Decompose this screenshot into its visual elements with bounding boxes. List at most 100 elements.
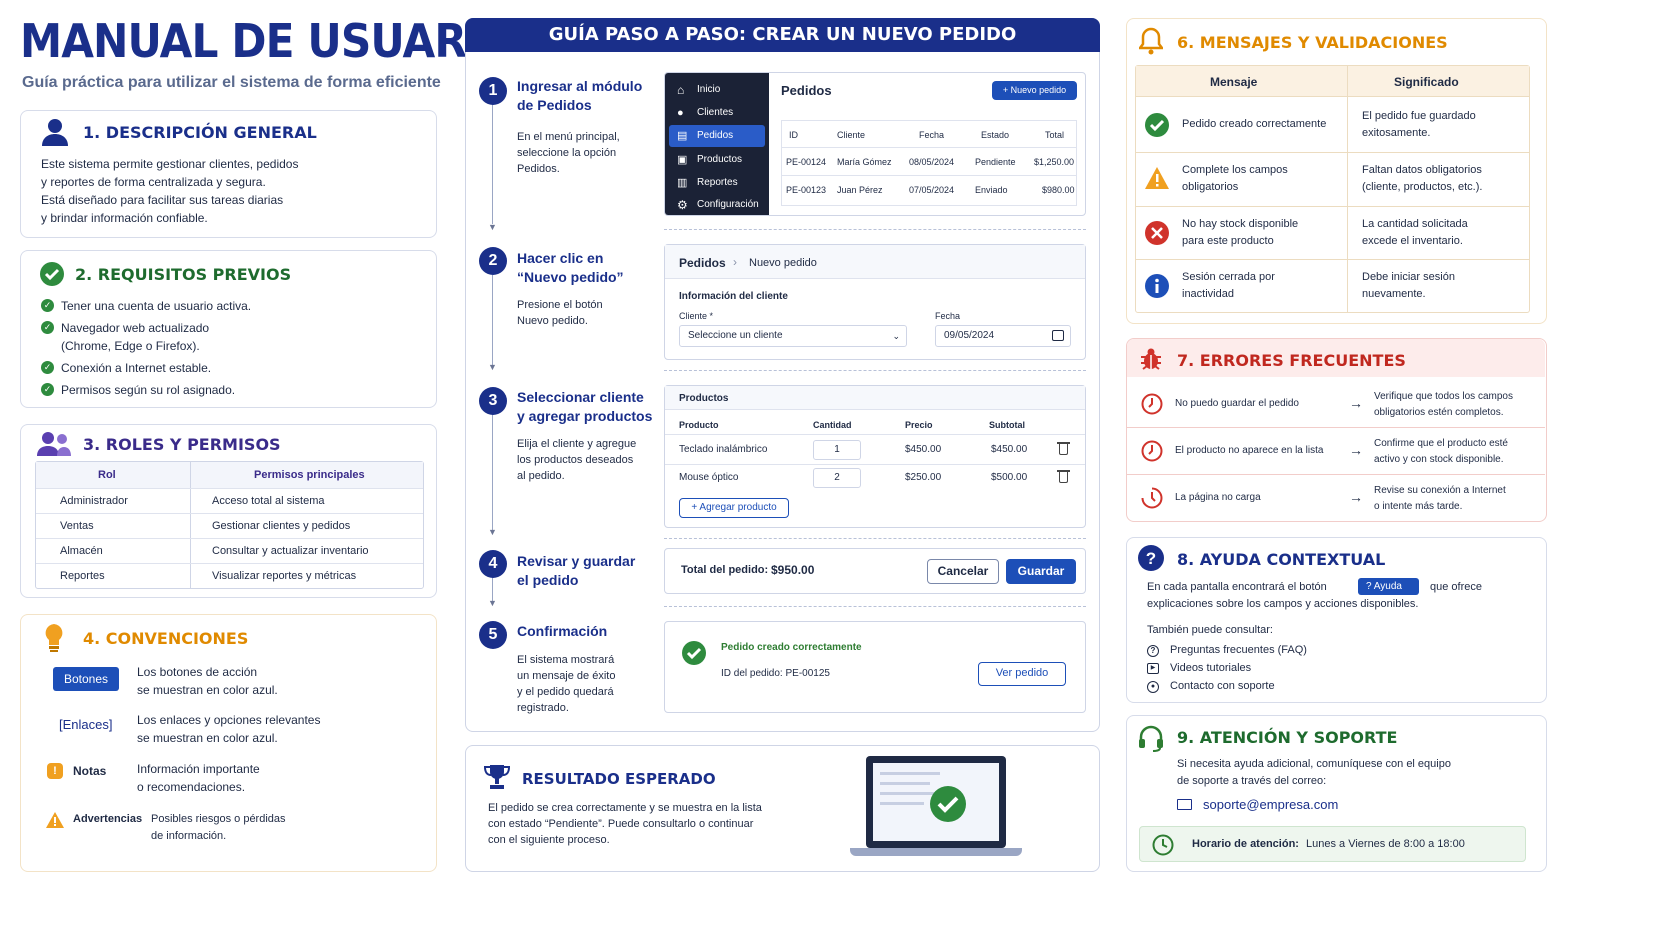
- products-header: Cantidad: [813, 420, 852, 430]
- section-description-title: 1. DESCRIPCIÓN GENERAL: [83, 123, 317, 142]
- requirement-item: Navegador web actualizado: [61, 321, 210, 335]
- save-button[interactable]: Guardar: [1006, 559, 1076, 584]
- warning-icon: [1145, 167, 1169, 189]
- support-email-link[interactable]: soporte@empresa.com: [1203, 797, 1338, 812]
- add-product-button[interactable]: + Agregar producto: [679, 498, 789, 518]
- support-hours-label: Horario de atención:: [1192, 838, 1299, 850]
- cancel-button[interactable]: Cancelar: [927, 559, 999, 584]
- warning-icon: [46, 812, 64, 828]
- messages-header: Significado: [1394, 75, 1459, 89]
- help-link-videos[interactable]: Videos tutoriales: [1170, 662, 1251, 674]
- sidebar-item-configuracion[interactable]: ⚙ Configuración: [665, 194, 769, 215]
- trophy-icon: [483, 765, 511, 789]
- product-subtotal: $500.00: [991, 472, 1028, 483]
- message-text: inactividad: [1182, 288, 1234, 300]
- error-icon: [1145, 221, 1169, 245]
- step-1-desc: En el menú principal, seleccione la opció…: [517, 131, 620, 175]
- requirement-item: Conexión a Internet estable.: [61, 361, 212, 375]
- step-1-number: 1: [479, 77, 507, 105]
- mail-icon: [1177, 799, 1192, 810]
- message-meaning: El pedido fue guardado: [1362, 110, 1476, 122]
- convention-notes-label: Notas: [73, 764, 107, 778]
- messages-header: Mensaje: [1210, 75, 1258, 89]
- date-input[interactable]: 09/05/2024: [935, 325, 1071, 347]
- product-name: Mouse óptico: [679, 472, 739, 483]
- roles-header-role: Rol: [98, 469, 116, 481]
- client-info-heading: Información del cliente: [679, 291, 788, 302]
- client-select[interactable]: Seleccione un cliente ⌄: [679, 325, 907, 347]
- products-header: Producto: [679, 420, 719, 430]
- convention-desc: o recomendaciones.: [137, 780, 246, 794]
- products-header: Subtotal: [989, 420, 1025, 430]
- arrow-right-icon: →: [1349, 489, 1363, 505]
- client-label: Cliente *: [679, 311, 714, 321]
- requirement-item-cont: (Chrome, Edge o Firefox).: [61, 339, 200, 353]
- quantity-input[interactable]: 2: [813, 468, 861, 488]
- guide-title: GUÍA PASO A PASO: CREAR UN NUEVO PEDIDO: [465, 18, 1100, 52]
- convention-desc: se muestran en color azul.: [137, 683, 278, 697]
- sidebar-item-reportes[interactable]: ▥ Reportes: [665, 172, 769, 194]
- message-meaning: excede el inventario.: [1362, 235, 1463, 247]
- convention-desc: Los enlaces y opciones relevantes: [137, 713, 321, 727]
- breadcrumb-root[interactable]: Pedidos: [679, 256, 726, 270]
- breadcrumb-leaf: Nuevo pedido: [749, 257, 817, 269]
- arrow-right-icon: →: [1349, 442, 1363, 458]
- check-icon: ✓: [41, 383, 54, 396]
- bell-icon: [1139, 27, 1163, 55]
- step-3-number: 3: [479, 387, 507, 415]
- role-perms: Visualizar reportes y métricas: [212, 570, 357, 582]
- report-icon: ▥: [677, 177, 688, 189]
- clock-alert-icon: [1141, 393, 1163, 415]
- home-icon: ⌂: [677, 83, 685, 97]
- convention-desc: Posibles riesgos o pérdidas: [151, 813, 286, 825]
- check-icon: ✓: [41, 321, 54, 334]
- check-circle-icon: [930, 786, 966, 822]
- total-label: Total del pedido:: [681, 564, 769, 576]
- trash-icon[interactable]: [1059, 444, 1068, 455]
- help-button[interactable]: ? Ayuda: [1358, 578, 1419, 595]
- mock-success-message: Pedido creado correctamente ID del pedid…: [664, 621, 1086, 713]
- section-roles: 3. ROLES Y PERMISOS Rol Permisos princip…: [20, 424, 437, 598]
- check-circle-icon: [40, 262, 64, 286]
- lightbulb-icon: [45, 624, 63, 652]
- step-4-number: 4: [479, 550, 507, 578]
- clock-alert-icon: [1141, 440, 1163, 462]
- section-messages: 6. MENSAJES Y VALIDACIONES Mensaje Signi…: [1126, 18, 1547, 324]
- message-meaning: Faltan datos obligatorios: [1362, 164, 1482, 176]
- roles-header-perms: Permisos principales: [254, 469, 365, 481]
- sidebar-item-clientes[interactable]: ● Clientes: [665, 102, 769, 124]
- quantity-input[interactable]: 1: [813, 440, 861, 460]
- step-5-desc: El sistema mostrará un mensaje de éxito y …: [517, 654, 616, 714]
- sidebar-item-productos[interactable]: ▣ Productos: [665, 149, 769, 171]
- help-link-support[interactable]: Contacto con soporte: [1170, 680, 1275, 692]
- section-support-title: 9. ATENCIÓN Y SOPORTE: [1177, 728, 1398, 747]
- expected-result-line: El pedido se crea correctamente y se mue…: [488, 802, 762, 814]
- sidebar-item-pedidos[interactable]: ▤ Pedidos: [669, 125, 765, 147]
- question-circle-icon: ?: [1147, 645, 1159, 657]
- new-order-button[interactable]: + Nuevo pedido: [992, 81, 1077, 100]
- help-link-faq[interactable]: Preguntas frecuentes (FAQ): [1170, 644, 1307, 656]
- gear-icon: ⚙: [677, 198, 688, 212]
- message-meaning: (cliente, productos, etc.).: [1362, 181, 1483, 193]
- trash-icon[interactable]: [1059, 472, 1068, 483]
- calendar-icon: [1052, 330, 1064, 341]
- info-icon: [1145, 274, 1169, 298]
- chevron-right-icon: ›: [733, 255, 737, 269]
- svg-text:?: ?: [1146, 549, 1156, 568]
- role-perms: Consultar y actualizar inventario: [212, 545, 369, 557]
- bug-icon: [1141, 348, 1161, 370]
- help-icon: ?: [1366, 581, 1372, 592]
- products-heading: Productos: [679, 393, 729, 404]
- sidebar-item-inicio[interactable]: ⌂ Inicio: [665, 79, 769, 101]
- description-line: Este sistema permite gestionar clientes,…: [41, 157, 299, 171]
- error-problem: El producto no aparece en la lista: [1175, 445, 1324, 456]
- view-order-button[interactable]: Ver pedido: [978, 662, 1066, 686]
- date-label: Fecha: [935, 311, 961, 321]
- message-text: Complete los campos: [1182, 164, 1288, 176]
- error-problem: La página no carga: [1175, 492, 1261, 503]
- help-text: explicaciones sobre los campos y accione…: [1147, 598, 1419, 610]
- error-fix: Revise su conexión a Internet: [1374, 485, 1506, 496]
- orders-header: ID: [789, 130, 798, 140]
- mock-new-order-form: Pedidos › Nuevo pedido Información del c…: [664, 244, 1086, 360]
- description-line: y brindar información confiable.: [41, 211, 208, 225]
